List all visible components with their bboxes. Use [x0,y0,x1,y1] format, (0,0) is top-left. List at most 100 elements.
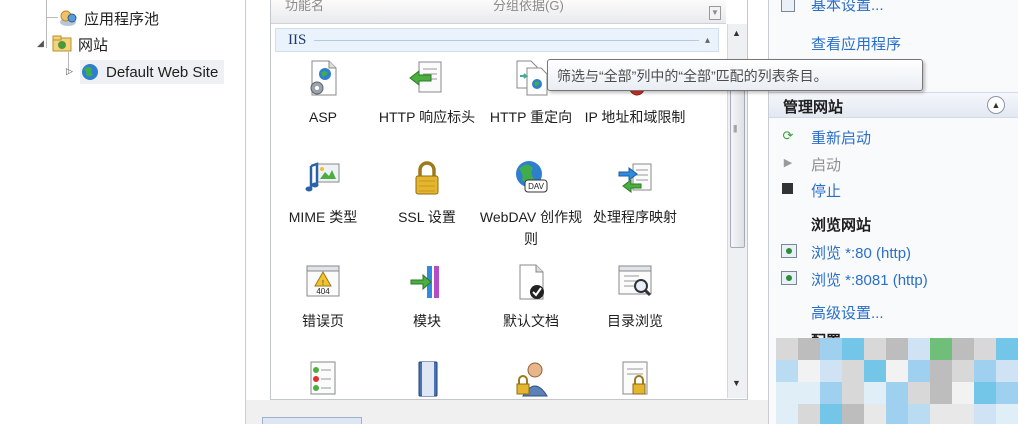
svg-text:!: ! [322,280,324,287]
mosaic-pixel [974,382,996,404]
stop-link[interactable]: 停止 [811,180,841,201]
mosaic-pixel [908,404,930,424]
feature-tile-label: 处理程序映射 [593,209,677,225]
browse-icon [781,271,797,285]
advanced-settings-link[interactable]: 高级设置... [811,302,884,323]
mosaic-pixel [776,338,798,360]
mosaic-pixel [996,360,1018,382]
collapse-arrow-icon[interactable]: ◢ [37,38,44,49]
mosaic-pixel [886,404,908,424]
group-header-iis[interactable]: IIS ▴ [275,28,719,52]
mosaic-pixel [930,404,952,424]
features-view-tab[interactable] [262,417,362,424]
feature-tile-http-response-headers[interactable]: HTTP 响应标头 [375,58,479,128]
mosaic-pixel [952,360,974,382]
group-by-label[interactable]: 分组依据(G) [493,0,564,14]
tree-item-default-web-site[interactable]: Default Web Site [80,60,225,84]
feature-tile-label: ASP [308,109,337,125]
modules-icon [410,266,439,298]
tree-item-label: 网站 [78,36,109,54]
connections-tree-pane: 应用程序池 ◢ 网站 ▷ Default Web Site [0,0,246,424]
mosaic-pixel [974,338,996,360]
feature-tile-asp[interactable]: ASP [271,58,375,128]
collapse-section-icon[interactable]: ▲ [987,96,1005,114]
mosaic-pixel [930,338,952,360]
feature-tile-partial[interactable] [479,358,583,398]
feature-tile-label: 错误页 [302,313,344,329]
mosaic-pixel [908,360,930,382]
mosaic-pixel [930,360,952,382]
app-pool-icon [60,10,77,26]
globe-icon [82,64,98,80]
restart-link[interactable]: 重新启动 [811,127,871,148]
feature-tile-partial[interactable] [583,358,687,398]
tree-connector-line [46,0,47,48]
feature-tile-partial[interactable] [271,358,375,398]
tree-item-app-pools[interactable]: 应用程序池 [58,6,159,30]
scrollbar-grip-icon: ||| [733,124,737,133]
feature-tile-label: 目录浏览 [607,313,663,329]
mosaic-pixel [820,382,842,404]
mosaic-pixel [776,382,798,404]
mosaic-pixel [974,404,996,424]
scrollbar-thumb[interactable] [730,64,745,248]
start-icon: ▶ [783,157,793,169]
feature-tile-default-document[interactable]: 默认文档 [479,262,583,332]
mosaic-pixel [842,360,864,382]
feature-tile-directory-browsing[interactable]: 目录浏览 [583,262,687,332]
mosaic-pixel [842,404,864,424]
mosaic-pixel [952,404,974,424]
tree-item-label: 应用程序池 [84,10,160,28]
feature-tile-mime-types[interactable]: MIME 类型 [271,158,375,228]
feature-tile-label: 模块 [413,313,441,329]
mosaic-pixel [952,382,974,404]
feature-tile-handler-mappings[interactable]: 处理程序映射 [583,158,687,228]
filter-tooltip: 筛选与“全部”列中的“全部”匹配的列表条目。 [547,59,923,91]
scroll-up-arrow-icon[interactable]: ▲ [732,28,741,38]
group-header-label: IIS [288,31,307,48]
feature-tile-label: MIME 类型 [288,209,358,225]
feature-tile-error-pages[interactable]: ! 404 错误页 [271,262,375,332]
mosaic-pixel [886,338,908,360]
expand-arrow-icon[interactable]: ▷ [66,66,73,77]
mosaic-pixel [930,382,952,404]
mosaic-pixel [798,338,820,360]
group-collapse-icon[interactable]: ▴ [705,35,710,46]
feature-tile-label: HTTP 响应标头 [378,109,476,125]
mosaic-pixel [820,360,842,382]
group-by-dropdown-icon[interactable]: ▼ [709,6,721,20]
scroll-down-arrow-icon[interactable]: ▼ [732,378,741,388]
mime-types-icon [305,162,340,192]
mosaic-pixel [798,404,820,424]
mosaic-pixel [798,360,820,382]
group-header-divider [314,39,699,41]
mosaic-pixel [864,382,886,404]
pixelated-watermark [776,338,1018,424]
mosaic-pixel [798,382,820,404]
start-link[interactable]: 启动 [811,154,841,175]
tree-connector-line [46,17,58,18]
stop-icon [782,183,793,194]
basic-settings-link[interactable]: 基本设置... [811,0,884,15]
browse-icon [781,244,797,258]
tree-item-label: Default Web Site [106,63,219,81]
feature-tile-partial[interactable] [375,358,479,398]
logging-icon [418,361,438,397]
features-column-header: 功能名 分组依据(G) ▼ [271,0,726,24]
section-title: 管理网站 [783,99,844,116]
browse-port-80-link[interactable]: 浏览 *:80 (http) [811,242,911,263]
manage-site-section-header[interactable]: 管理网站 ▲ [769,92,1018,118]
handler-mappings-icon [618,163,652,193]
view-applications-link[interactable]: 查看应用程序 [811,33,901,54]
webdav-badge-text: DAV [528,182,545,191]
mosaic-pixel [908,382,930,404]
feature-tile-modules[interactable]: 模块 [375,262,479,332]
tree-item-sites[interactable]: 网站 [52,32,108,56]
column-header-name[interactable]: 功能名 [285,0,324,14]
mosaic-pixel [776,360,798,382]
feature-tile-ssl-settings[interactable]: SSL 设置 [375,158,479,228]
authorization-rules-icon [310,361,336,395]
browse-port-8081-link[interactable]: 浏览 *:8081 (http) [811,269,928,290]
feature-tile-webdav-authoring-rules[interactable]: DAV WebDAV 创作规则 [479,158,583,250]
webdav-icon: DAV [516,161,548,193]
